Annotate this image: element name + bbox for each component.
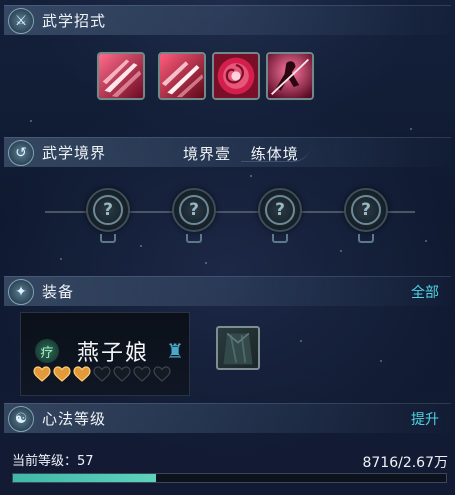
- sword-icon: ⚔: [8, 7, 34, 34]
- view-all-link[interactable]: 全部: [411, 282, 439, 302]
- current-level: 当前等级：57: [12, 454, 94, 469]
- realm-level: 境界壹: [183, 145, 232, 163]
- heart-empty-icon: [93, 366, 111, 382]
- exp-text: 8716/2.67万: [362, 455, 448, 471]
- realm-title: 武学境界: [42, 144, 107, 162]
- equipment-title: 装备: [42, 283, 75, 301]
- rose-seal-skill-icon: [214, 54, 258, 98]
- skill-slot-1[interactable]: [97, 52, 145, 100]
- realm-node-3[interactable]: ?: [258, 188, 302, 232]
- realm-node-1[interactable]: ?: [86, 188, 130, 232]
- cloak-icon: [223, 332, 253, 365]
- realm-node-4[interactable]: ?: [344, 188, 388, 232]
- skills-title: 武学招式: [42, 12, 107, 30]
- heart-empty-icon: [113, 366, 131, 382]
- node-stand: [186, 234, 202, 243]
- companion-card[interactable]: 疗 燕子娘 ♜: [20, 312, 190, 396]
- realm-name: 练体境: [250, 145, 299, 163]
- locked-node-icon: ?: [179, 195, 209, 225]
- skills-section-header: ⚔ 武学招式: [4, 5, 451, 35]
- equipment-section-header: ✦ 装备 全部: [4, 276, 451, 306]
- realm-info: 境界壹 练体境: [183, 143, 299, 164]
- heart-empty-icon: [153, 366, 171, 382]
- level-row: 当前等级：57 8716/2.67万: [12, 450, 448, 471]
- node-stand: [100, 234, 116, 243]
- meditation-icon: ☯: [8, 405, 34, 432]
- heart-method-section-header: ☯ 心法等级 提升: [4, 403, 451, 433]
- skill-slot-4[interactable]: [266, 52, 314, 100]
- heart-filled-icon: [53, 366, 71, 382]
- heart-filled-icon: [33, 366, 51, 382]
- equipment-slot[interactable]: [216, 326, 260, 370]
- armor-icon: ✦: [8, 278, 34, 305]
- blade-dance-skill-icon: [268, 54, 312, 98]
- node-stand: [358, 234, 374, 243]
- affinity-hearts: [33, 366, 171, 382]
- heart-method-title: 心法等级: [42, 410, 107, 428]
- skill-slot-2[interactable]: [158, 52, 206, 100]
- skill-slot-3[interactable]: [212, 52, 260, 100]
- upgrade-link[interactable]: 提升: [411, 409, 439, 429]
- exp-progress-fill: [13, 474, 156, 482]
- companion-name: 燕子娘: [77, 341, 150, 366]
- locked-node-icon: ?: [93, 195, 123, 225]
- owl-emblem-icon: ♜: [166, 339, 184, 363]
- healer-badge: 疗: [35, 339, 59, 363]
- slash-skill-icon: [160, 54, 204, 98]
- locked-node-icon: ?: [351, 195, 381, 225]
- locked-node-icon: ?: [265, 195, 295, 225]
- exp-progress-bar: [12, 473, 447, 483]
- slash-skill-icon: [99, 54, 143, 98]
- heart-empty-icon: [133, 366, 151, 382]
- node-stand: [272, 234, 288, 243]
- heart-filled-icon: [73, 366, 91, 382]
- realm-node-2[interactable]: ?: [172, 188, 216, 232]
- swirl-icon: ↺: [8, 139, 34, 166]
